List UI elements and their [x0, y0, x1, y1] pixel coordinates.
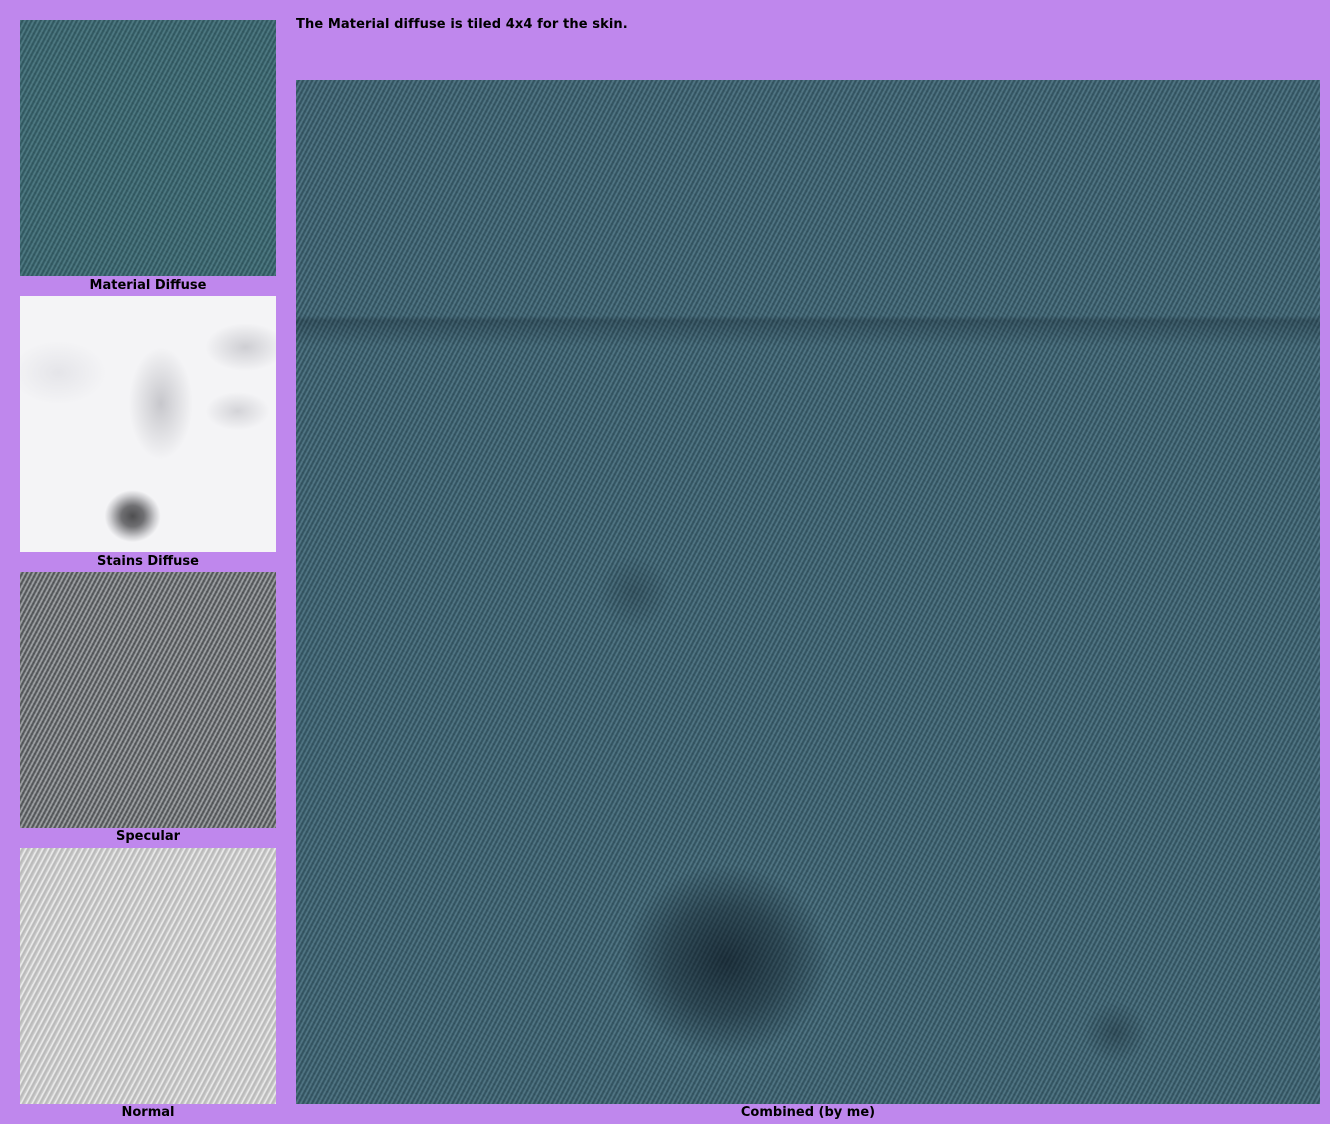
- normal-caption: Normal: [121, 1105, 175, 1120]
- stains-diffuse-caption: Stains Diffuse: [97, 554, 199, 569]
- description-note: The Material diffuse is tiled 4x4 for th…: [296, 17, 628, 32]
- combined-caption: Combined (by me): [740, 1105, 876, 1120]
- normal-image: [20, 848, 276, 1104]
- stains-diffuse-image: [20, 296, 276, 552]
- specular-caption: Specular: [115, 829, 181, 844]
- material-diffuse-image: [20, 20, 276, 276]
- combined-image: [296, 80, 1320, 1104]
- material-diffuse-caption: Material Diffuse: [89, 278, 207, 293]
- specular-image: [20, 572, 276, 828]
